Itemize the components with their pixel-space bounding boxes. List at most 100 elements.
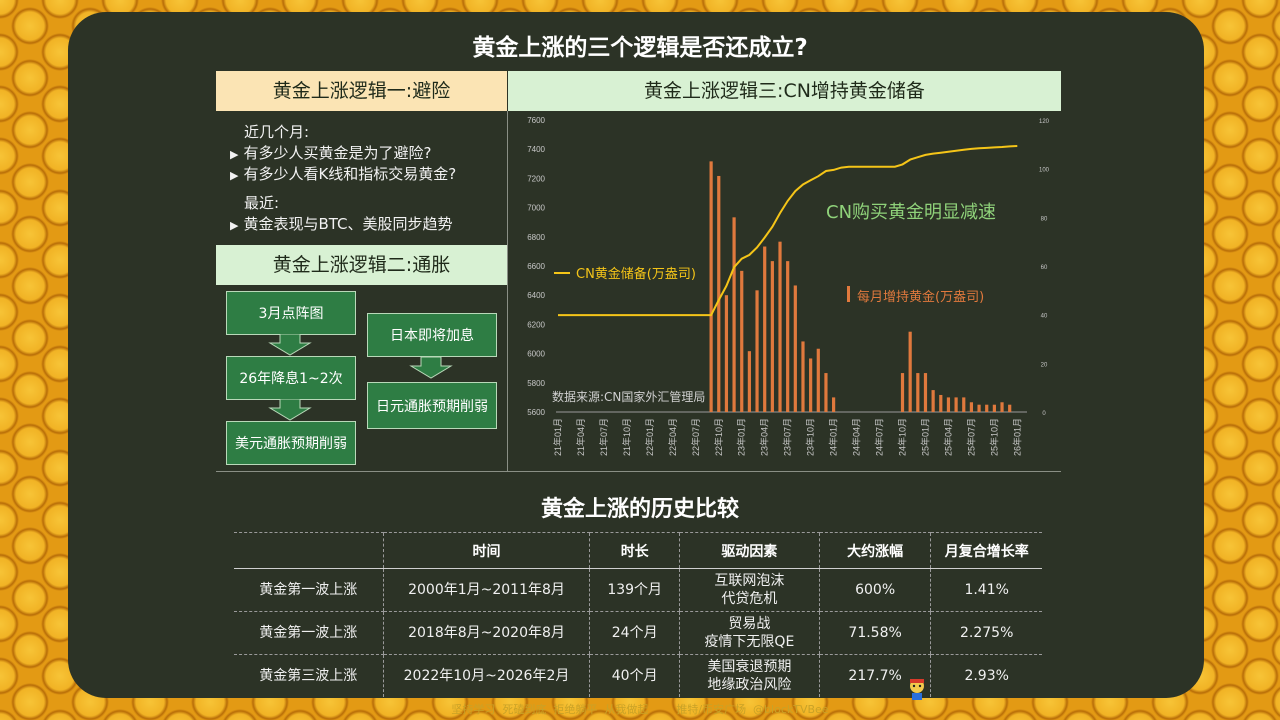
bar bbox=[724, 295, 729, 412]
y-left-tick-label: 6400 bbox=[527, 291, 545, 300]
bar bbox=[747, 351, 751, 412]
line-legend-label: CN黄金储备(万盎司) bbox=[576, 266, 696, 282]
flow-box-dotplot: 3月点阵图 bbox=[226, 291, 356, 335]
x-tick-label: 21年10月 bbox=[621, 418, 632, 456]
bar bbox=[992, 404, 996, 412]
bar bbox=[908, 331, 912, 412]
y-left-tick-label: 7000 bbox=[527, 204, 545, 213]
y-left-tick-label: 7200 bbox=[527, 174, 545, 183]
flow-arrow-icon bbox=[268, 334, 312, 356]
bar bbox=[939, 394, 943, 412]
bullet-icon: ▶ bbox=[230, 219, 239, 232]
row-label: 黄金第一波上涨 bbox=[234, 568, 384, 612]
row-label: 黄金第一波上涨 bbox=[234, 611, 384, 655]
bar bbox=[832, 397, 836, 412]
x-tick-label: 26年01月 bbox=[1011, 418, 1022, 456]
flow-box-japan-hike: 日本即将加息 bbox=[367, 313, 497, 357]
y-left-tick-label: 7600 bbox=[527, 116, 545, 125]
logic1-q1: 有多少人买黄金是为了避险? bbox=[243, 144, 432, 162]
bar bbox=[778, 241, 782, 412]
bar bbox=[763, 246, 767, 412]
cagr-cell: 2.275% bbox=[930, 611, 1042, 655]
y-left-tick-label: 5600 bbox=[527, 408, 545, 417]
table-row: 黄金第一波上涨 2018年8月~2020年8月 24个月 贸易战 疫情下无限QE … bbox=[234, 611, 1042, 655]
bar-legend-label: 每月增持黄金(万盎司) bbox=[857, 289, 984, 305]
bar bbox=[786, 261, 790, 412]
y-left-tick-label: 5800 bbox=[527, 379, 545, 388]
x-tick-label: 21年07月 bbox=[598, 418, 609, 456]
footer-slogan: 坚持学习 死磕到底 拒绝躺平 从我做起 推特/币安广场 @blockTVBee bbox=[451, 703, 829, 716]
bullet-icon: ▶ bbox=[230, 169, 239, 182]
bar bbox=[770, 261, 774, 412]
divider bbox=[216, 471, 1061, 472]
x-tick-label: 22年10月 bbox=[713, 418, 724, 456]
gain-cell: 600% bbox=[818, 568, 931, 612]
gain-cell: 71.58% bbox=[818, 611, 931, 655]
driver-line: 代贷危机 bbox=[721, 591, 778, 607]
column-header: 驱动因素 bbox=[678, 532, 820, 569]
page-title: 黄金上涨的三个逻辑是否还成立? bbox=[472, 35, 808, 61]
bar-legend-swatch bbox=[847, 286, 850, 302]
x-tick-label: 22年04月 bbox=[667, 418, 678, 456]
bar bbox=[946, 397, 951, 412]
x-tick-label: 25年10月 bbox=[988, 418, 999, 456]
bar bbox=[793, 285, 797, 412]
cagr-cell: 2.93% bbox=[930, 654, 1042, 697]
column-header: 大约涨幅 bbox=[818, 532, 931, 569]
logic1-q2: 有多少人看K线和指标交易黄金? bbox=[243, 165, 457, 183]
table-row: 黄金第一波上涨 2000年1月~2011年8月 139个月 互联网泡沫 代贷危机 … bbox=[234, 568, 1042, 612]
flow-box-jpy-inflation: 日元通胀预期削弱 bbox=[367, 382, 497, 429]
logic1-bullet: ▶ 黄金表现与BTC、美股同步趋势 bbox=[230, 213, 453, 234]
x-tick-label: 23年04月 bbox=[759, 418, 770, 456]
bullet-icon: ▶ bbox=[230, 148, 239, 161]
y-right-tick-label: 80 bbox=[1041, 216, 1048, 222]
bar bbox=[900, 373, 905, 412]
row-label: 黄金第三波上涨 bbox=[259, 668, 358, 684]
flow-arrow-icon bbox=[268, 399, 312, 421]
logic1-header: 黄金上涨逻辑一:避险 bbox=[216, 71, 507, 111]
y-right-tick-label: 120 bbox=[1039, 119, 1050, 125]
driver-line: 美国衰退预期 bbox=[707, 659, 792, 675]
bar bbox=[732, 217, 736, 412]
flow-box-rate-cut: 26年降息1~2次 bbox=[226, 356, 356, 400]
x-tick-label: 24年04月 bbox=[851, 418, 862, 456]
driver-cell: 贸易战 疫情下无限QE bbox=[678, 611, 820, 655]
bar bbox=[923, 373, 928, 412]
column-header: 时长 bbox=[589, 532, 680, 569]
bar bbox=[931, 390, 935, 412]
y-right-tick-label: 0 bbox=[1042, 411, 1046, 417]
bar bbox=[740, 270, 744, 412]
divider bbox=[507, 111, 508, 471]
bar bbox=[717, 175, 721, 412]
bar bbox=[977, 404, 981, 412]
bar bbox=[969, 402, 974, 412]
x-tick-label: 25年04月 bbox=[942, 418, 953, 456]
x-tick-label: 24年07月 bbox=[874, 418, 885, 456]
bar bbox=[709, 161, 713, 412]
y-left-tick-label: 6000 bbox=[527, 350, 545, 359]
x-tick-label: 22年07月 bbox=[690, 418, 701, 456]
bar bbox=[1008, 404, 1012, 412]
logic1-bullet: ▶ 有多少人买黄金是为了避险? bbox=[230, 142, 431, 163]
history-title: 黄金上涨的历史比较 bbox=[540, 497, 739, 522]
x-tick-label: 23年10月 bbox=[805, 418, 816, 456]
bar bbox=[954, 397, 958, 412]
duration-cell: 24个月 bbox=[589, 611, 680, 655]
bar bbox=[916, 373, 920, 412]
flow-box-usd-inflation: 美元通胀预期削弱 bbox=[226, 421, 356, 465]
x-tick-label: 24年10月 bbox=[897, 418, 908, 456]
chart-annotation: CN购买黄金明显减速 bbox=[826, 202, 996, 223]
driver-line: 贸易战 bbox=[728, 616, 771, 632]
bar bbox=[824, 373, 828, 412]
bar bbox=[985, 404, 989, 412]
x-tick-label: 21年01月 bbox=[552, 418, 563, 456]
time-cell: 2022年10月~2026年2月 bbox=[382, 654, 590, 697]
x-tick-label: 21年04月 bbox=[575, 418, 586, 456]
bar bbox=[816, 348, 820, 412]
y-left-tick-label: 6200 bbox=[527, 320, 545, 329]
x-tick-label: 25年01月 bbox=[919, 418, 930, 456]
logic1-r1: 黄金表现与BTC、美股同步趋势 bbox=[243, 215, 453, 233]
y-right-tick-label: 20 bbox=[1041, 362, 1048, 368]
y-right-tick-label: 60 bbox=[1041, 265, 1048, 271]
x-tick-label: 22年01月 bbox=[644, 418, 655, 456]
